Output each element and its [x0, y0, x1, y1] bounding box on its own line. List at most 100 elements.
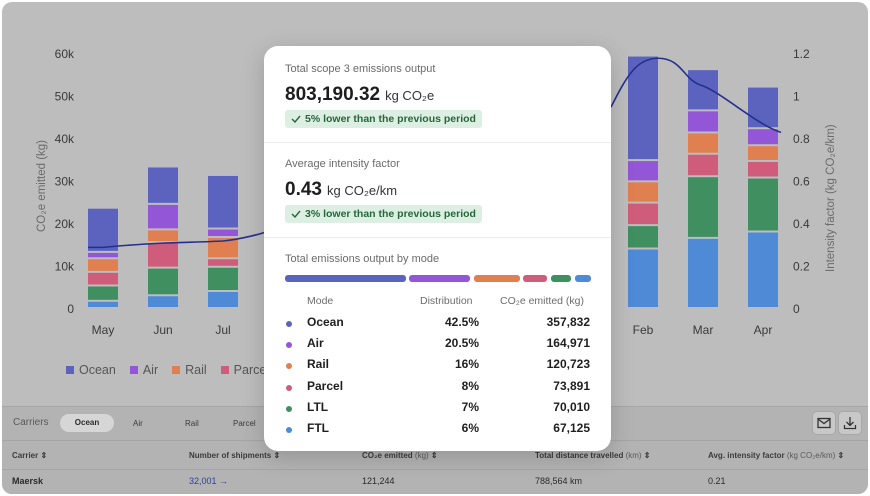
bar-segment-ltl[interactable] — [88, 286, 118, 300]
legend-item-parcel[interactable]: Parcel — [220, 363, 269, 377]
bar-segment-rail[interactable] — [628, 182, 658, 202]
col-carrier[interactable]: Carrier ⇕ — [12, 451, 47, 460]
mode-emitted: 120,723 — [546, 357, 590, 372]
email-button[interactable] — [812, 411, 836, 435]
bar-segment-ocean[interactable] — [88, 208, 118, 251]
cell-distance: 788,564 km — [535, 476, 583, 486]
bar-segment-ltl[interactable] — [148, 268, 178, 295]
cell-emitted: 121,244 — [362, 476, 395, 486]
col-emitted[interactable]: CO₂e emitted (kg) ⇕ — [362, 451, 438, 460]
mode-name: Air — [307, 336, 324, 351]
y2-tick-label: 1.2 — [793, 47, 810, 61]
mode-dot-ltl — [286, 405, 292, 412]
y-tick-label: 20k — [55, 217, 75, 231]
legend-item-ocean[interactable]: Ocean — [66, 363, 116, 377]
bar-segment-ftl[interactable] — [148, 296, 178, 307]
legend-swatch-parcel — [220, 366, 229, 374]
mode-dot-rail — [286, 363, 292, 370]
bar-segment-ftl[interactable] — [208, 292, 238, 307]
bar-segment-air[interactable] — [148, 204, 178, 229]
filter-rail[interactable]: Rail — [185, 419, 199, 428]
filter-parcel[interactable]: Parcel — [233, 419, 256, 428]
mode-emitted: 70,010 — [553, 399, 590, 414]
mode-name: LTL — [307, 399, 329, 414]
download-button[interactable] — [838, 411, 862, 435]
bar-segment-ltl[interactable] — [208, 267, 238, 290]
x-tick-label: Feb — [633, 323, 654, 337]
bar-segment-rail[interactable] — [88, 259, 118, 271]
legend-label: Rail — [185, 363, 207, 377]
bar-segment-air[interactable] — [628, 161, 658, 181]
col-intensity[interactable]: Avg. intensity factor (kg CO₂e/km) ⇕ — [708, 451, 844, 460]
bar-segment-parcel[interactable] — [628, 203, 658, 225]
intensity-unit: kg CO₂e/km — [326, 183, 398, 198]
mode-bar-rail — [474, 275, 520, 282]
cell-shipments: 32,001 — [189, 476, 217, 486]
emissions-summary-card: Total scope 3 emissions output 803,190.3… — [264, 46, 611, 451]
bar-segment-parcel[interactable] — [148, 243, 178, 267]
divider — [264, 142, 611, 143]
total-unit: kg CO₂e — [385, 88, 435, 103]
y-tick-label: 50k — [55, 90, 75, 104]
y2-tick-label: 0.4 — [793, 217, 810, 231]
col-unit: (km) — [625, 451, 642, 460]
bar-segment-ocean[interactable] — [748, 87, 778, 128]
mail-icon — [817, 417, 831, 429]
mode-distribution: 20.5% — [444, 336, 479, 351]
bar-segment-ftl[interactable] — [688, 238, 718, 307]
col-label: Avg. intensity factor — [708, 451, 785, 460]
cell-intensity: 0.21 — [708, 476, 726, 486]
bar-segment-rail[interactable] — [688, 133, 718, 153]
header-mode: Mode — [307, 295, 334, 307]
bar-segment-ltl[interactable] — [628, 226, 658, 248]
x-tick-label: Apr — [754, 323, 773, 337]
y-axis-title: CO₂e emitted (kg) — [36, 140, 48, 232]
total-change-badge: 5% lower than the previous period — [285, 110, 482, 128]
mode-distribution: 16% — [454, 357, 479, 372]
cell-shipments-link[interactable]: 32,001 → — [189, 476, 228, 486]
carriers-label: Carriers — [13, 417, 49, 428]
bar-segment-ltl[interactable] — [748, 178, 778, 231]
bar-segment-air[interactable] — [88, 252, 118, 258]
legend-swatch-ocean — [66, 366, 74, 374]
mode-distribution: 6% — [461, 421, 479, 435]
mode-bar-ltl — [551, 275, 571, 282]
bar-segment-parcel[interactable] — [748, 161, 778, 177]
intensity-title: Average intensity factor — [285, 158, 400, 170]
mode-bar-ftl — [575, 275, 591, 282]
x-tick-label: Jul — [215, 323, 230, 337]
col-shipments[interactable]: Number of shipments ⇕ — [189, 451, 280, 460]
bar-segment-ftl[interactable] — [88, 301, 118, 307]
bar-segment-air[interactable] — [748, 129, 778, 145]
bar-segment-ftl[interactable] — [748, 232, 778, 308]
bar-segment-parcel[interactable] — [208, 259, 238, 266]
bar-segment-ocean[interactable] — [208, 175, 238, 228]
bar-segment-air[interactable] — [688, 111, 718, 132]
bar-segment-ftl[interactable] — [628, 249, 658, 308]
bar-segment-parcel[interactable] — [88, 272, 118, 285]
bar-segment-ltl[interactable] — [688, 177, 718, 237]
filter-air[interactable]: Air — [133, 419, 143, 428]
filter-ocean[interactable]: Ocean — [60, 414, 114, 432]
intensity-value: 0.43 kg CO₂e/km — [285, 179, 397, 201]
total-value: 803,190.32 — [285, 84, 381, 105]
mode-breakdown-title: Total emissions output by mode — [285, 253, 440, 265]
mode-distribution: 7% — [461, 399, 479, 414]
bar-segment-rail[interactable] — [148, 230, 178, 242]
bar-segment-rail[interactable] — [748, 146, 778, 160]
header-emitted: CO₂e emitted (kg) — [500, 295, 585, 307]
mode-bar-ocean — [285, 275, 406, 282]
total-badge-text: 5% lower than the previous period — [305, 113, 476, 125]
mode-dot-parcel — [286, 384, 292, 391]
bar-segment-parcel[interactable] — [688, 154, 718, 176]
col-distance[interactable]: Total distance travelled (km) ⇕ — [535, 451, 651, 460]
legend-item-air[interactable]: Air — [129, 363, 158, 377]
mode-emitted: 67,125 — [553, 421, 590, 435]
y-tick-label: 40k — [55, 132, 75, 146]
bar-segment-ocean[interactable] — [688, 70, 718, 110]
legend-item-rail[interactable]: Rail — [172, 363, 207, 377]
y2-axis-title: Intensity factor (kg CO₂e/km) — [825, 124, 837, 272]
y2-tick-label: 1 — [793, 90, 800, 104]
bar-segment-ocean[interactable] — [148, 167, 178, 203]
bar-segment-air[interactable] — [208, 229, 238, 237]
